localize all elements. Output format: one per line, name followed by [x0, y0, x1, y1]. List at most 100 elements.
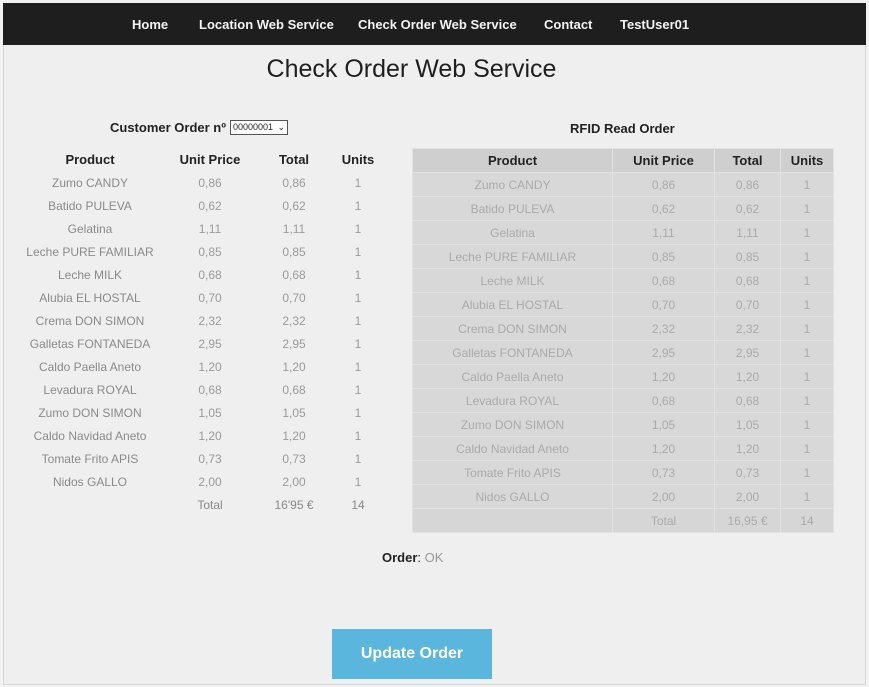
customer-order-product-cell: Leche MILK [57, 267, 123, 282]
customer-order-units-cell: 1 [354, 175, 362, 190]
update-order-button[interactable]: Update Order [332, 629, 492, 679]
rfid-read-order-header-row: Product Unit Price Total Units [412, 148, 834, 173]
rfid-read-order-product-cell: Zumo DON SIMON [412, 412, 613, 437]
customer-order-product-cell: Galletas FONTANEDA [29, 336, 151, 351]
customer-order-header-row: Product Unit Price Total Units [20, 148, 388, 171]
rfid-read-order-product-cell: Tomate Frito APIS [412, 460, 613, 485]
customer-order-row: Gelatina 1,11 1,11 1 [20, 217, 388, 240]
rfid-read-order-totals-spacer [412, 508, 613, 533]
rfid-read-order-totals-row: Total 16,95 €14 [412, 508, 834, 533]
customer-order-unit-price-header: Unit Price [179, 152, 241, 167]
customer-order-product-cell: Zumo DON SIMON [38, 405, 142, 420]
rfid-read-order-totals-label: Total [612, 508, 715, 533]
customer-order-table: Product Unit Price Total Units Zumo CAND… [20, 148, 388, 516]
rfid-read-order-unit-price-cell: 0,70 [612, 292, 715, 317]
customer-order-unit-price-cell: 0,85 [198, 244, 222, 259]
rfid-read-order-total-cell: 2,95 [714, 340, 781, 365]
customer-order-product-cell: Alubia EL HOSTAL [39, 290, 141, 305]
rfid-product-header: Product [412, 148, 613, 173]
rfid-read-order-totals-amount: 16,95 € [714, 508, 781, 533]
customer-order-unit-price-cell: 2,00 [198, 474, 222, 489]
rfid-read-order-units-cell: 1 [780, 292, 834, 317]
rfid-read-order-total-cell: 1,11 [714, 220, 781, 245]
customer-order-label: Customer Order nº [110, 120, 226, 135]
rfid-read-order-units-cell: 1 [780, 484, 834, 509]
rfid-read-order-total-cell: 0,68 [714, 268, 781, 293]
customer-order-product-cell: Batido PULEVA [48, 198, 132, 213]
top-navbar: Home Location Web Service Check Order We… [3, 3, 866, 45]
rfid-read-order-product-cell: Caldo Navidad Aneto [412, 436, 613, 461]
rfid-read-order-product-cell: Crema DON SIMON [412, 316, 613, 341]
customer-order-product-cell: Caldo Paella Aneto [38, 359, 142, 374]
rfid-read-order-unit-price-cell: 0,86 [612, 172, 715, 197]
rfid-read-order-row: Nidos GALLO 2,00 2,00 1 [412, 484, 834, 509]
rfid-read-order-product-cell: Leche MILK [412, 268, 613, 293]
rfid-read-order-units-cell: 1 [780, 244, 834, 269]
rfid-unit-price-header: Unit Price [612, 148, 715, 173]
customer-order-units-cell: 1 [354, 451, 362, 466]
customer-order-select[interactable]: 00000001 ⌄ [230, 120, 288, 135]
order-status-value: OK [424, 550, 444, 565]
customer-order-row: Leche MILK 0,68 0,68 1 [20, 263, 388, 286]
customer-order-product-cell: Levadura ROYAL [43, 382, 137, 397]
rfid-read-order-units-cell: 1 [780, 364, 834, 389]
rfid-read-order-total-cell: 1,20 [714, 364, 781, 389]
nav-check-order-web-service-link[interactable]: Check Order Web Service [358, 17, 517, 32]
customer-order-unit-price-cell: 0,86 [198, 175, 222, 190]
customer-order-unit-price-cell: 0,70 [198, 290, 222, 305]
rfid-read-order-product-cell: Zumo CANDY [412, 172, 613, 197]
customer-order-units-cell: 1 [354, 405, 362, 420]
customer-order-total-cell: 1,11 [282, 221, 306, 236]
customer-order-row: Zumo CANDY 0,86 0,86 1 [20, 171, 388, 194]
nav-location-web-service-link[interactable]: Location Web Service [199, 17, 334, 32]
nav-user-link[interactable]: TestUser01 [620, 17, 689, 32]
customer-order-total-cell: 0,70 [282, 290, 306, 305]
customer-order-units-cell: 1 [354, 267, 362, 282]
customer-order-product-cell: Tomate Frito APIS [41, 451, 139, 466]
customer-order-product-cell: Nidos GALLO [52, 474, 128, 489]
customer-order-row: Caldo Navidad Aneto 1,20 1,20 1 [20, 424, 388, 447]
order-status-label: Order [382, 550, 418, 565]
rfid-read-order-total-cell: 2,00 [714, 484, 781, 509]
customer-order-unit-price-cell: 1,05 [198, 405, 222, 420]
customer-order-totals-label: Total [197, 497, 223, 512]
rfid-read-order-unit-price-cell: 0,73 [612, 460, 715, 485]
rfid-read-order-units-cell: 1 [780, 340, 834, 365]
customer-order-total-cell: 2,00 [282, 474, 306, 489]
rfid-read-order-row: Zumo CANDY 0,86 0,86 1 [412, 172, 834, 197]
rfid-read-order-total-cell: 0,68 [714, 388, 781, 413]
rfid-read-order-units-cell: 1 [780, 172, 834, 197]
rfid-read-order-units-cell: 1 [780, 316, 834, 341]
rfid-read-order-row: Gelatina 1,11 1,11 1 [412, 220, 834, 245]
customer-order-total-cell: 0,68 [282, 382, 306, 397]
rfid-read-order-row: Levadura ROYAL 0,68 0,68 1 [412, 388, 834, 413]
rfid-read-order-unit-price-cell: 1,20 [612, 436, 715, 461]
rfid-read-order-units-cell: 1 [780, 436, 834, 461]
rfid-read-order-table: Product Unit Price Total Units Zumo CAND… [412, 148, 834, 533]
customer-order-row: Crema DON SIMON 2,32 2,32 1 [20, 309, 388, 332]
customer-order-total-cell: 0,85 [282, 244, 306, 259]
customer-order-row: Caldo Paella Aneto 1,20 1,20 1 [20, 355, 388, 378]
rfid-read-order-product-cell: Batido PULEVA [412, 196, 613, 221]
rfid-read-order-unit-price-cell: 2,95 [612, 340, 715, 365]
customer-order-totals-row: Total 16'95 € 14 [20, 493, 388, 516]
customer-order-units-cell: 1 [354, 313, 362, 328]
customer-order-totals-units: 14 [351, 497, 365, 512]
customer-order-product-header: Product [65, 152, 115, 167]
nav-home-link[interactable]: Home [132, 17, 168, 32]
rfid-read-order-product-cell: Alubia EL HOSTAL [412, 292, 613, 317]
rfid-read-order-unit-price-cell: 0,85 [612, 244, 715, 269]
rfid-read-order-unit-price-cell: 1,11 [612, 220, 715, 245]
rfid-read-order-unit-price-cell: 1,20 [612, 364, 715, 389]
customer-order-units-cell: 1 [354, 359, 362, 374]
rfid-read-order-total-cell: 0,62 [714, 196, 781, 221]
customer-order-units-cell: 1 [354, 290, 362, 305]
nav-contact-link[interactable]: Contact [544, 17, 592, 32]
customer-order-total-header: Total [278, 152, 310, 167]
rfid-read-order-unit-price-cell: 2,32 [612, 316, 715, 341]
rfid-read-order-unit-price-cell: 2,00 [612, 484, 715, 509]
rfid-read-order-header: RFID Read Order [570, 121, 675, 136]
rfid-read-order-total-cell: 1,20 [714, 436, 781, 461]
rfid-read-order-units-cell: 1 [780, 412, 834, 437]
customer-order-units-cell: 1 [354, 428, 362, 443]
